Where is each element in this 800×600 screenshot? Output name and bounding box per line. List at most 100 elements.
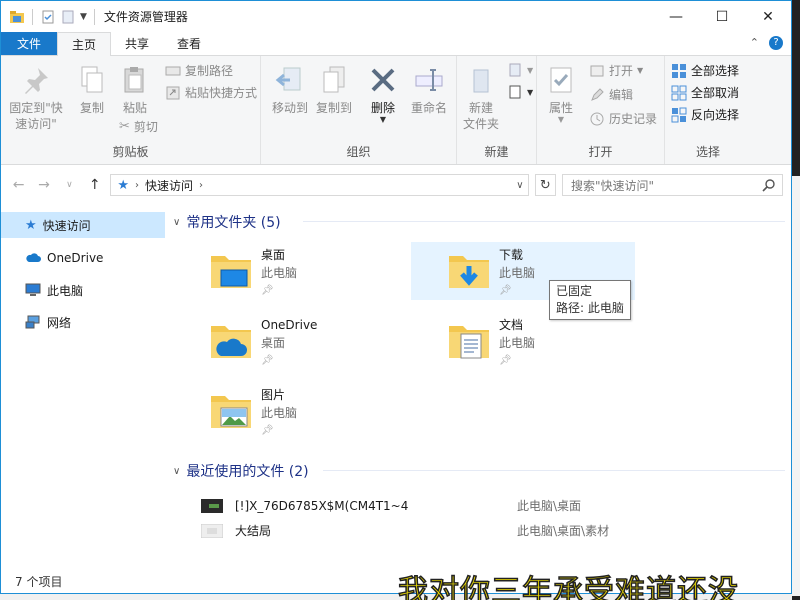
folder-app-icon [10,10,24,23]
folder-tile-onedrive[interactable]: OneDrive 桌面 📌︎ [173,312,397,370]
recent-file-path: 此电脑\桌面\素材 [517,524,610,538]
move-to-button[interactable]: 移动到 [269,64,311,116]
sidebar-item-onedrive[interactable]: OneDrive [1,242,165,274]
rename-label: 重命名 [410,101,447,115]
up-arrow-icon[interactable]: ↑ [85,177,104,193]
invert-selection-button[interactable]: 反向选择 [671,106,739,123]
forward-arrow-icon[interactable]: → [34,177,53,193]
new-folder-label: 新建 文件夹 [462,101,499,131]
history-icon [590,112,604,125]
copy-label: 复制 [79,101,104,115]
sidebar-item-network[interactable]: 网络 [1,306,165,338]
recent-file-row[interactable]: 大结局 此电脑\桌面\素材 [201,522,761,539]
help-icon[interactable]: ? [769,36,783,50]
properties-qa-icon[interactable] [40,9,56,25]
frequent-folders-title: 常用文件夹 (5) [186,215,281,231]
pin-quick-access-button[interactable]: 固定到"快 速访问" [7,64,65,132]
easy-access-button[interactable]: ▼ [507,84,533,100]
select-none-button[interactable]: 全部取消 [671,84,739,101]
folder-location: 此电脑 [261,406,298,420]
tab-home[interactable]: 主页 [57,32,112,56]
search-input[interactable]: 搜索"快速访问" [561,174,784,196]
frequent-folders-header[interactable]: ∨ 常用文件夹 (5) [173,212,785,232]
address-dropdown-icon[interactable]: ∨ [516,180,523,191]
properties-check-icon [550,67,572,93]
folder-tile-documents[interactable]: 文档 此电脑 📌︎ [411,312,635,370]
recent-file-row[interactable]: [!]X_76D6785X$M(CM4T1~4 此电脑\桌面 [201,497,761,514]
new-item-button[interactable]: ▼ [507,62,533,78]
paste-shortcut-button[interactable]: 粘贴快捷方式 [165,84,257,101]
folder-location: 此电脑 [261,266,298,280]
copy-to-label: 复制到 [315,101,352,115]
select-all-icon [672,63,686,78]
recent-locations-chevron-icon[interactable]: ∨ [60,180,79,190]
select-group-label: 选择 [695,145,720,159]
collapse-ribbon-icon[interactable]: ⌃ [750,36,759,50]
copy-button[interactable]: 复制 [71,64,113,116]
pin-icon: 📌︎ [261,285,274,296]
address-current[interactable]: 快速访问 [145,177,193,194]
search-placeholder: 搜索"快速访问" [570,178,654,193]
open-label: 打开 [609,64,634,78]
history-button[interactable]: 历史记录 [589,110,657,127]
recent-files-header[interactable]: ∨ 最近使用的文件 (2) [173,461,785,481]
video-thumbnail-icon [201,523,223,538]
item-count: 7 个项目 [15,574,63,589]
pictures-folder-icon [211,396,251,428]
folder-tile-pictures[interactable]: 图片 此电脑 📌︎ [173,382,397,440]
tab-share[interactable]: 共享 [111,32,163,55]
close-button[interactable]: ✕ [745,1,791,32]
address-bar[interactable]: ★ › 快速访问 › ∨ [110,174,529,196]
quick-access-toolbar: ▼ [1,8,98,25]
open-button[interactable]: 打开 ▼ [589,62,643,79]
copy-path-button[interactable]: 复制路径 [165,62,233,79]
open-icon [590,65,604,76]
back-arrow-icon[interactable]: ← [9,177,28,193]
file-explorer-window: ▼ 文件资源管理器 — ☐ ✕ 文件 主页 共享 查看 ⌃ ? 固定到"快 速访… [0,0,792,594]
folder-name: 下载 [499,248,524,262]
new-folder-button[interactable]: 新建 文件夹 [461,64,501,132]
paste-shortcut-icon [166,86,180,99]
edit-button[interactable]: 编辑 [589,86,633,103]
move-to-icon [275,67,301,91]
group-divider [323,470,785,471]
recent-file-name: 大结局 [235,524,272,538]
cut-button[interactable]: ✂ 剪切 [119,118,158,135]
chevron-right-icon[interactable]: › [199,180,203,191]
select-all-button[interactable]: 全部选择 [671,62,739,79]
folder-name: 桌面 [261,248,286,262]
folder-name: OneDrive [261,318,318,332]
address-row: ← → ∨ ↑ ★ › 快速访问 › ∨ ↻ 搜索"快速访问" [1,165,791,205]
invert-selection-label: 反向选择 [691,108,740,122]
select-group: 全部选择 全部取消 反向选择 选择 [665,56,751,164]
copy-to-button[interactable]: 复制到 [313,64,355,116]
paste-shortcut-label: 粘贴快捷方式 [185,86,258,100]
tab-file[interactable]: 文件 [1,32,58,55]
maximize-button[interactable]: ☐ [699,1,745,32]
new-folder-qa-icon[interactable] [60,9,76,25]
pin-icon: 📌︎ [499,355,512,366]
sidebar-item-quick-access[interactable]: ★ 快速访问 [1,212,165,238]
chevron-down-icon[interactable]: ▼ [80,12,87,22]
onedrive-folder-icon [211,326,251,358]
organize-group-label: 组织 [346,145,371,159]
rename-icon [415,69,443,91]
rename-button[interactable]: 重命名 [407,64,451,116]
folder-tile-desktop[interactable]: 桌面 此电脑 📌︎ [173,242,397,300]
move-to-label: 移动到 [271,101,308,115]
delete-button[interactable]: 删除 ▼ [365,64,401,124]
edit-label: 编辑 [609,88,634,102]
tab-view[interactable]: 查看 [163,32,215,55]
minimize-button[interactable]: — [653,1,699,32]
pin-quick-access-label: 固定到"快 速访问" [9,101,63,131]
paste-button[interactable]: 粘贴 [115,64,155,116]
sidebar-item-this-pc[interactable]: 此电脑 [1,274,165,306]
sidebar-item-label: 网络 [47,315,72,330]
refresh-button[interactable]: ↻ [534,174,556,196]
toolbar-separator [32,8,33,25]
properties-button[interactable]: 属性 ▼ [543,64,579,124]
window-controls: — ☐ ✕ [653,1,791,32]
chevron-right-icon[interactable]: › [135,180,139,191]
new-folder-icon [473,69,489,93]
copy-path-label: 复制路径 [185,64,234,78]
